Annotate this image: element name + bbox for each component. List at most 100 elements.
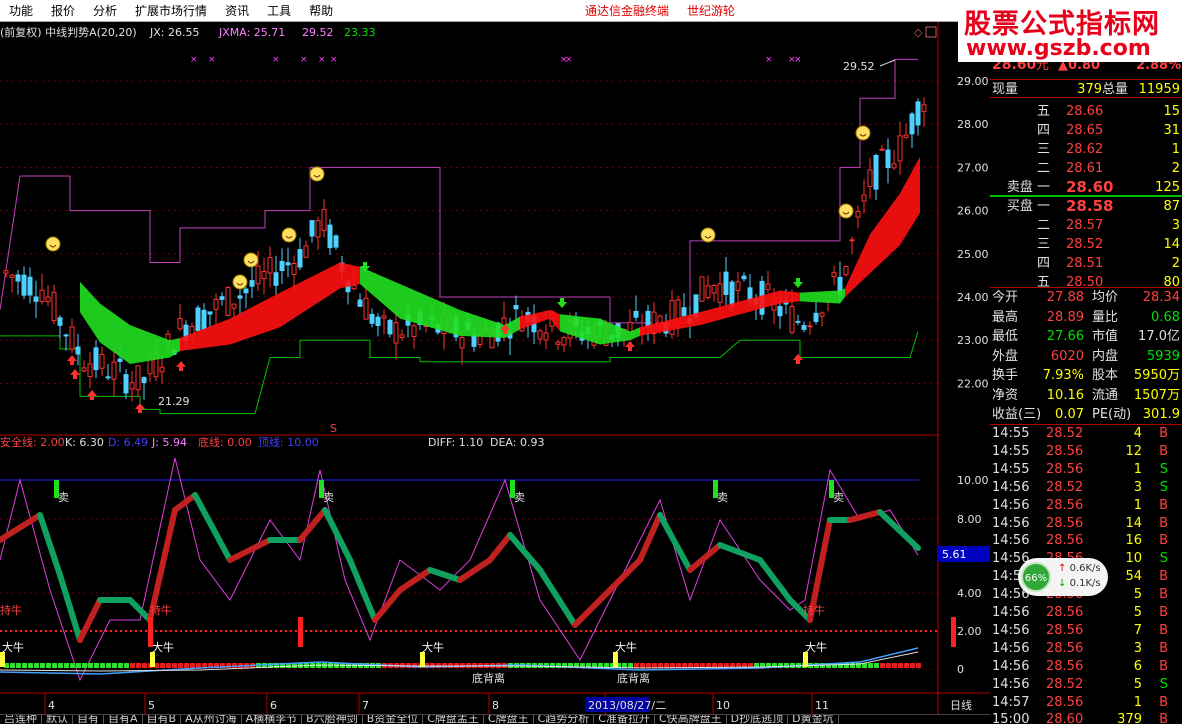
sell-level-price: 28.66 bbox=[1066, 104, 1104, 119]
formula-tab[interactable]: B资金全位 bbox=[363, 715, 424, 724]
bull-label: 大牛 bbox=[805, 640, 827, 654]
sub-j: J: 5.94 bbox=[151, 436, 187, 449]
signal-mark: × bbox=[272, 55, 280, 65]
tick-row: 15:00 28.60 379 B bbox=[990, 710, 1182, 724]
candle-body bbox=[387, 319, 393, 335]
candle-body bbox=[879, 148, 885, 151]
stock-name-link[interactable]: 世纪游轮 bbox=[687, 0, 735, 22]
candle-body bbox=[735, 281, 741, 292]
sell-label: 卖 bbox=[514, 491, 525, 504]
sell-level: 五 28.66 15 bbox=[990, 102, 1182, 121]
buy-level: 买盘 一 28.58 87 bbox=[990, 197, 1182, 216]
menu-item-help[interactable]: 帮助 bbox=[300, 0, 342, 22]
tick-side: S bbox=[1159, 676, 1168, 692]
kdj-k-segment bbox=[757, 557, 793, 603]
formula-tab[interactable]: A横横李节 bbox=[242, 715, 303, 724]
formula-tab[interactable]: D黄金坑 bbox=[788, 715, 839, 724]
candle-body bbox=[291, 263, 297, 275]
date-tick-label: 5 bbox=[148, 699, 155, 712]
candle-body bbox=[333, 235, 339, 248]
sell-arrow-icon bbox=[793, 278, 803, 288]
tick-price: 28.56 bbox=[1046, 515, 1084, 531]
macd-bar bbox=[118, 663, 123, 668]
volume-row: 现量 379 总量 11959 bbox=[990, 79, 1182, 98]
stats-label: 换手 bbox=[992, 368, 1019, 383]
menu-item-tools[interactable]: 工具 bbox=[258, 0, 300, 22]
current-volume: 379 bbox=[1077, 82, 1102, 97]
formula-tab[interactable]: C快高牌盘王 bbox=[655, 715, 727, 724]
formula-tab[interactable]: A从州讨海 bbox=[181, 715, 242, 724]
formula-tab[interactable]: 自有 bbox=[73, 715, 104, 724]
formula-tab[interactable]: C牌盘孟王 bbox=[423, 715, 484, 724]
candle-body bbox=[303, 245, 309, 258]
formula-tab[interactable]: D抄底逃顶 bbox=[727, 715, 789, 724]
sub-current-value: 5.61 bbox=[942, 548, 967, 561]
candle-body bbox=[369, 313, 375, 324]
tick-row: 14:56 28.56 1 B bbox=[990, 496, 1182, 515]
tick-volume: 4 bbox=[1133, 426, 1142, 441]
candle-body bbox=[633, 310, 639, 318]
stats-label: 最低 bbox=[992, 329, 1019, 344]
buy-level-price: 28.51 bbox=[1066, 256, 1104, 271]
candle-body bbox=[279, 260, 285, 272]
menu-item-news[interactable]: 资讯 bbox=[216, 0, 258, 22]
menu-item-analysis[interactable]: 分析 bbox=[84, 0, 126, 22]
trend-ribbon-segment bbox=[400, 284, 460, 336]
macd-bar bbox=[910, 663, 915, 668]
candle-body bbox=[249, 280, 255, 287]
formula-tab[interactable]: 自有A bbox=[104, 715, 143, 724]
formula-tab[interactable]: 默认 bbox=[42, 715, 73, 724]
tick-row: 14:56 28.56 7 B bbox=[990, 621, 1182, 640]
price-tick-label: 22.00 bbox=[957, 377, 989, 390]
formula-tab[interactable]: 吕莲种 bbox=[0, 715, 42, 724]
stats-row: 换手 7.93% 股本 5950万 bbox=[990, 366, 1182, 385]
window-toggle-icon[interactable] bbox=[925, 26, 937, 38]
stats-value: 27.88 bbox=[1046, 290, 1084, 305]
kdj-k-segment bbox=[77, 597, 103, 643]
tick-volume: 5 bbox=[1133, 587, 1142, 603]
candle-body bbox=[909, 113, 915, 135]
macd-bar bbox=[880, 663, 885, 668]
candle-body bbox=[903, 134, 909, 138]
stats-value: 10.16 bbox=[1046, 387, 1084, 403]
menu-item-function[interactable]: 功能 bbox=[0, 0, 42, 22]
trend-ribbon-segment bbox=[840, 288, 845, 304]
price-tick-label: 27.00 bbox=[957, 161, 989, 174]
menu-item-quote[interactable]: 报价 bbox=[42, 0, 84, 22]
tick-price: 28.56 bbox=[1046, 533, 1084, 549]
formula-tab[interactable]: C趋势分析 bbox=[534, 715, 595, 724]
macd-bar bbox=[646, 663, 651, 668]
candle-body bbox=[111, 361, 117, 380]
tick-volume: 10 bbox=[1125, 551, 1142, 567]
signal-mark: × bbox=[565, 55, 573, 65]
formula-tab[interactable]: C准备拉升 bbox=[594, 715, 655, 724]
stats-row: 净资 10.16 流通 1507万 bbox=[990, 386, 1182, 405]
candle-body bbox=[27, 276, 33, 296]
terminal-link[interactable]: 通达信金融终端 bbox=[585, 0, 669, 22]
candle-body bbox=[543, 332, 549, 341]
kdj-k-segment bbox=[192, 492, 233, 563]
sub-dea: DEA: 0.93 bbox=[490, 436, 544, 449]
smiley-icon bbox=[243, 252, 259, 268]
kline-chart[interactable]: (前复权) 中线判势A(20,20) JX: 26.55 JXMA: 25.71… bbox=[0, 22, 990, 714]
buy-arrow-icon bbox=[176, 361, 186, 371]
formula-tab[interactable]: B六胎神剑 bbox=[302, 715, 363, 724]
tick-price: 28.60 bbox=[1046, 712, 1084, 724]
candle-body bbox=[93, 347, 99, 371]
candle-body bbox=[885, 149, 891, 169]
signal-mark: × bbox=[190, 55, 198, 65]
bull-bar bbox=[420, 652, 425, 667]
formula-tab[interactable]: 自有B bbox=[143, 715, 182, 724]
menu-item-extended-market[interactable]: 扩展市场行情 bbox=[126, 0, 216, 22]
period-label[interactable]: 日线 bbox=[950, 698, 972, 712]
candle-body bbox=[3, 270, 9, 274]
macd-bar bbox=[52, 663, 57, 668]
candle-body bbox=[33, 296, 39, 302]
bull-bar bbox=[0, 652, 5, 667]
tick-side: B bbox=[1159, 533, 1168, 549]
formula-tab[interactable]: C牌盘王 bbox=[484, 715, 534, 724]
tick-volume: 3 bbox=[1133, 479, 1142, 495]
tick-time: 15:00 bbox=[992, 712, 1030, 724]
network-speed-widget[interactable]: 66% ↑ 0.6K/s ↓ 0.1K/s bbox=[1018, 558, 1108, 596]
candle-body bbox=[513, 304, 519, 310]
